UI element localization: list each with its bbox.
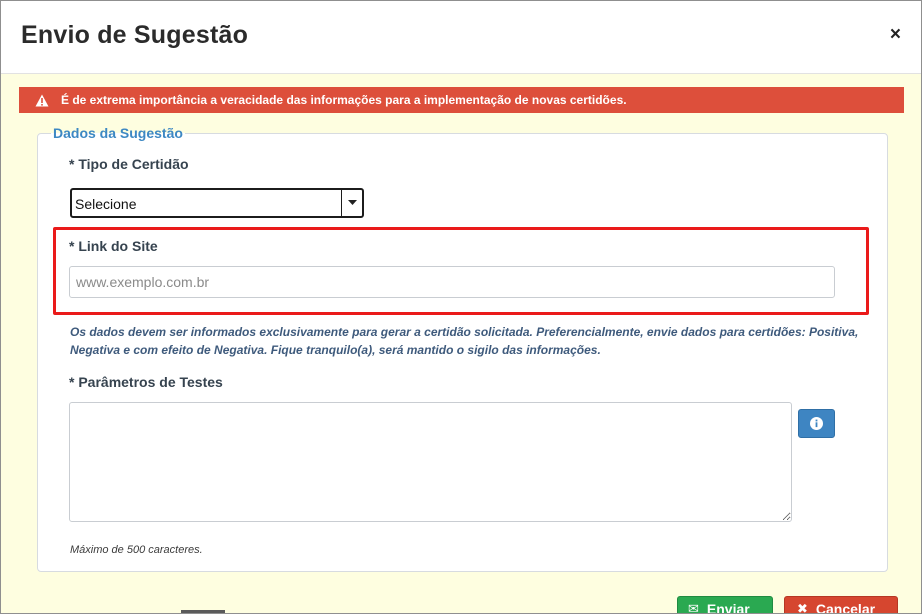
info-icon	[810, 417, 823, 430]
parametros-textarea[interactable]	[69, 402, 792, 522]
warning-triangle-icon	[35, 94, 49, 106]
alert-text: É de extrema importância a veracidade da…	[61, 93, 627, 107]
link-site-input[interactable]	[69, 266, 835, 298]
link-site-label: * Link do Site	[69, 238, 158, 254]
dialog-header: Envio de Sugestão ×	[1, 1, 921, 74]
parametros-label: * Parâmetros de Testes	[69, 374, 223, 390]
info-button[interactable]	[798, 409, 835, 438]
dialog-title: Envio de Sugestão	[21, 21, 249, 49]
enviar-label: Enviar	[706, 601, 750, 614]
max-chars-note: Máximo de 500 caracteres.	[70, 544, 203, 556]
close-button[interactable]: ×	[890, 25, 901, 45]
cancelar-button[interactable]: ✖ Cancelar	[784, 596, 898, 614]
cancelar-label: Cancelar	[815, 601, 876, 614]
help-text: Os dados devem ser informados exclusivam…	[70, 325, 859, 357]
warning-alert: É de extrema importância a veracidade da…	[19, 87, 904, 113]
send-icon: ✉	[688, 601, 699, 614]
suggestion-dialog: Envio de Sugestão × É de extrema importâ…	[0, 0, 922, 614]
tipo-certidao-selected: Selecione	[75, 196, 137, 212]
cancel-x-icon: ✖	[797, 601, 808, 614]
tipo-certidao-label: * Tipo de Certidão	[69, 156, 189, 172]
enviar-button[interactable]: ✉ Enviar	[677, 596, 773, 614]
tipo-certidao-select[interactable]: Selecione	[70, 188, 364, 218]
background-strip	[181, 610, 225, 613]
fieldset-legend: Dados da Sugestão	[53, 125, 183, 141]
dropdown-arrow-icon[interactable]	[341, 190, 362, 216]
